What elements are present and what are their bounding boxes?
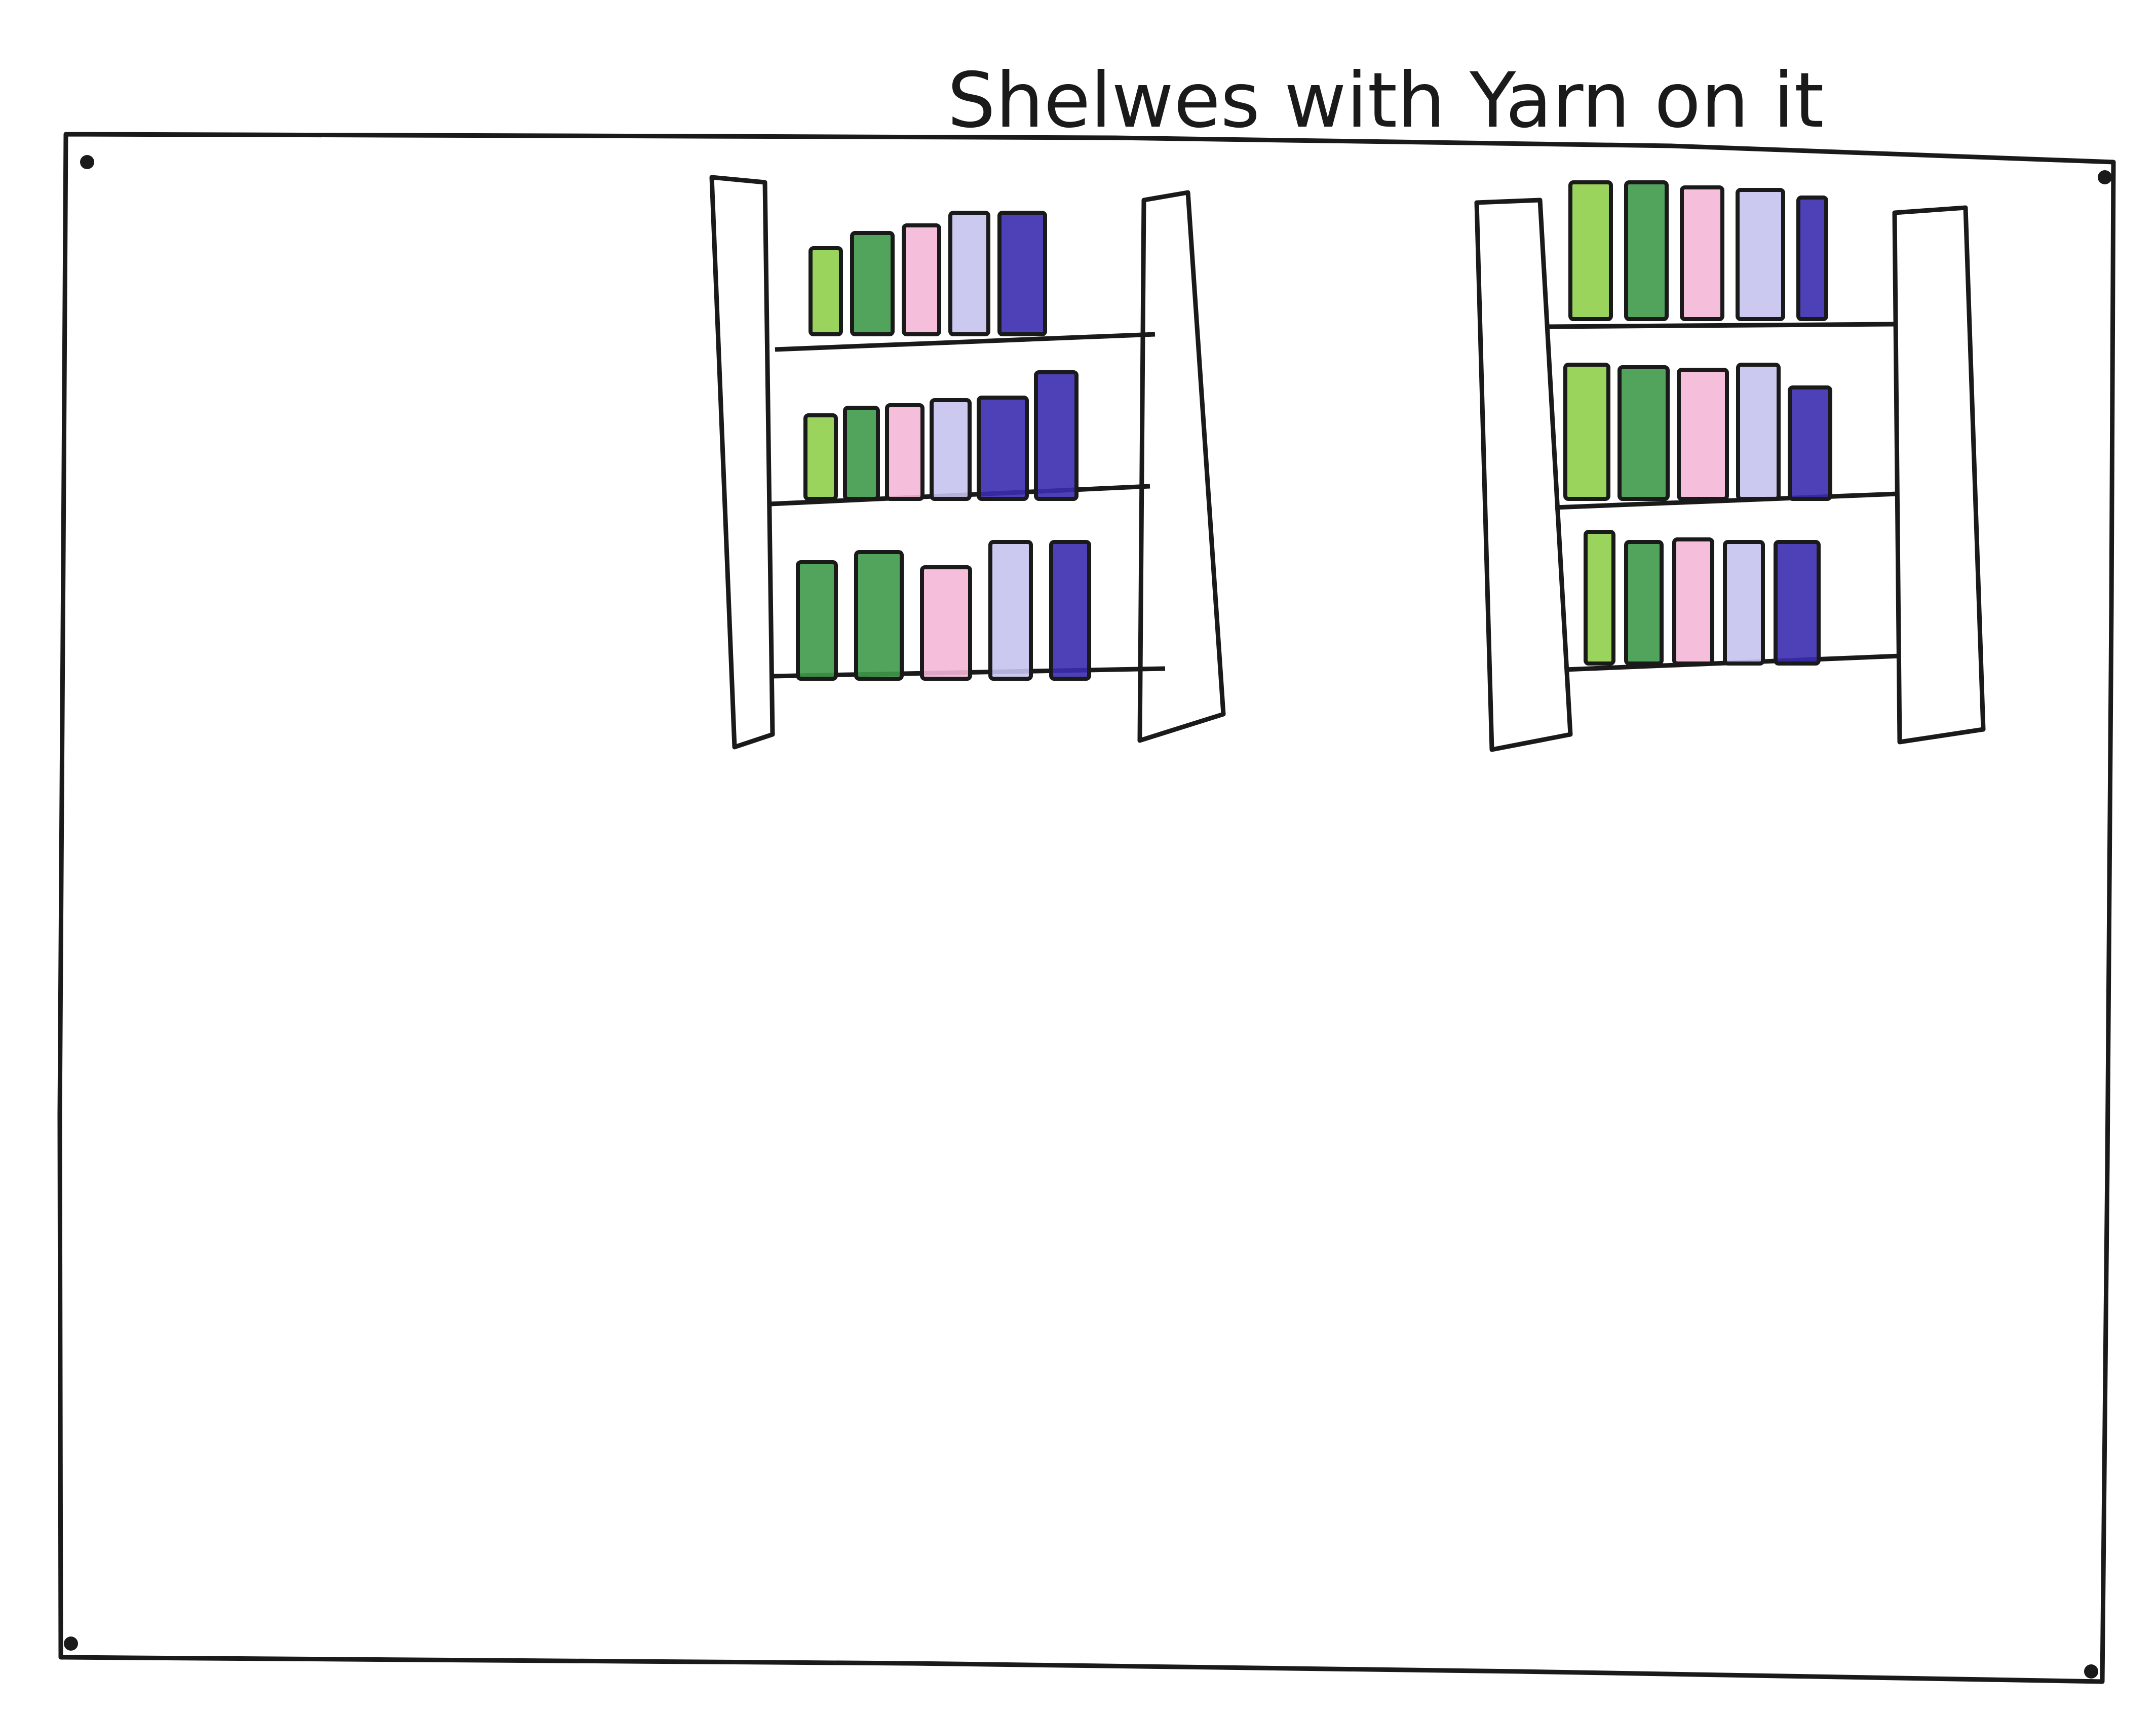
pin-bottom-left xyxy=(64,1637,78,1651)
yarn-skein-green xyxy=(1618,365,1670,501)
left-shelf xyxy=(709,175,1226,750)
yarn-skein-indigo xyxy=(977,396,1029,501)
right-shelf-yarn xyxy=(1563,180,1832,666)
yarn-skein-green xyxy=(854,550,904,681)
yarn-skein-light-green xyxy=(1568,180,1613,321)
yarn-skein-light-green xyxy=(1563,363,1610,501)
yarn-skein-light-green xyxy=(1584,530,1615,666)
yarn-skein-pink xyxy=(885,403,925,501)
yarn-skein-lavender xyxy=(1736,188,1785,321)
yarn-skein-green xyxy=(850,231,895,336)
yarn-skein-green xyxy=(843,406,880,501)
yarn-skein-pink xyxy=(1677,368,1729,501)
yarn-skein-lavender xyxy=(1723,540,1765,666)
pin-top-right xyxy=(2098,170,2112,184)
sketch-canvas: Shelwes with Yarn on it xyxy=(57,57,2116,1684)
yarn-skein-indigo xyxy=(1796,196,1828,321)
yarn-skein-indigo xyxy=(1049,540,1091,681)
yarn-skein-indigo xyxy=(997,211,1047,336)
yarn-skein-green xyxy=(796,560,838,681)
right-shelf-frame xyxy=(1474,198,1986,752)
left-shelf-yarn xyxy=(796,211,1091,681)
yarn-skein-indigo xyxy=(1774,540,1821,666)
corner-pins xyxy=(64,155,2112,1679)
pin-bottom-right xyxy=(2084,1664,2098,1679)
yarn-skein-lavender xyxy=(1736,363,1781,501)
yarn-skein-green xyxy=(1624,540,1664,666)
yarn-skein-lavender xyxy=(948,211,990,336)
pin-top-left xyxy=(80,155,94,169)
sketch-caption: Shelwes with Yarn on it xyxy=(947,57,1824,145)
yarn-skein-lavender xyxy=(930,398,972,501)
yarn-skein-pink xyxy=(1680,185,1724,321)
yarn-skein-light-green xyxy=(803,413,838,501)
yarn-skein-pink xyxy=(920,565,972,681)
right-shelf xyxy=(1474,180,1986,752)
frame-border xyxy=(57,132,2116,1684)
yarn-skein-lavender xyxy=(988,540,1033,681)
yarn-skein-light-green xyxy=(808,246,843,336)
yarn-skein-pink xyxy=(1672,537,1714,666)
yarn-skein-indigo xyxy=(1034,370,1079,501)
yarn-skein-indigo xyxy=(1788,385,1832,501)
yarn-skein-green xyxy=(1624,180,1669,321)
yarn-skein-pink xyxy=(902,223,941,336)
